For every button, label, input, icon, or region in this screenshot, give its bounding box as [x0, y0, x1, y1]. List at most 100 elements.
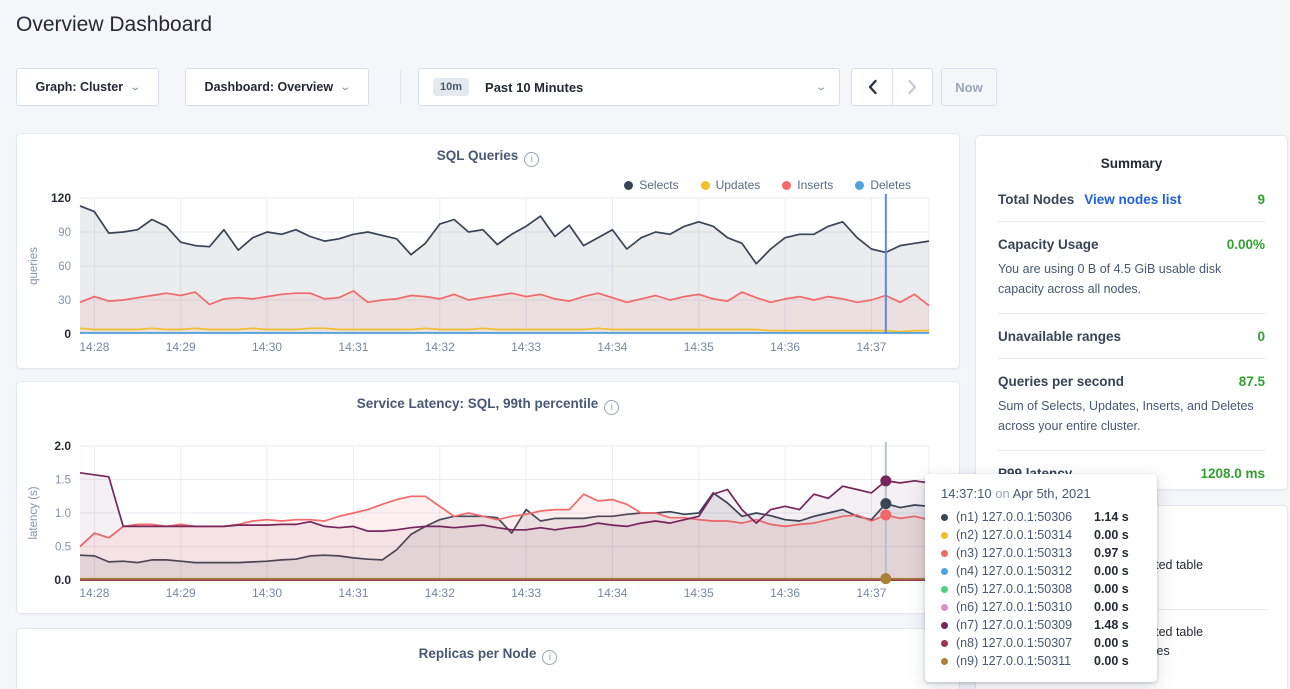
tooltip-node-value: 0.00 s — [1094, 654, 1129, 668]
x-tick-label: 14:30 — [252, 340, 282, 354]
graph-dropdown-label: Graph: Cluster — [36, 80, 124, 94]
chevron-down-icon: ⌄ — [339, 82, 351, 93]
y-tick-label: 90 — [58, 227, 71, 239]
x-tick-label: 14:29 — [166, 340, 196, 354]
y-tick-label: 1.0 — [55, 508, 71, 520]
summary-value: 87.5 — [1239, 374, 1265, 389]
chevron-down-icon: ⌄ — [815, 82, 827, 93]
next-time-button[interactable] — [892, 69, 932, 105]
chevron-left-icon — [867, 79, 878, 95]
info-icon[interactable]: i — [542, 650, 557, 665]
x-tick-label: 14:37 — [856, 340, 886, 354]
x-tick-label: 14:34 — [597, 586, 627, 600]
replicas-per-node-title-text: Replicas per Node — [419, 646, 537, 661]
hover-marker — [880, 573, 891, 584]
summary-rows: Total NodesView nodes list9Capacity Usag… — [976, 177, 1287, 495]
tooltip-node-address: (n7) 127.0.0.1:50309 — [956, 618, 1094, 632]
tooltip-node-value: 0.97 s — [1094, 546, 1129, 560]
series-dot — [941, 550, 948, 557]
x-tick-label: 14:30 — [252, 586, 282, 600]
tooltip-node-address: (n5) 127.0.0.1:50308 — [956, 582, 1094, 596]
sql-queries-chart[interactable]: 030609012014:2814:2914:3014:3114:3214:33… — [17, 134, 961, 370]
x-tick-label: 14:31 — [338, 586, 368, 600]
summary-value: 1208.0 ms — [1200, 466, 1265, 481]
tooltip-row: (n4) 127.0.0.1:503120.00 s — [941, 562, 1143, 580]
replicas-per-node-card: Replicas per Node i — [16, 628, 960, 689]
tooltip-node-address: (n3) 127.0.0.1:50313 — [956, 546, 1094, 560]
summary-row: Capacity Usage 0.00% You are using 0 B of … — [998, 222, 1265, 314]
chart-hover-tooltip: 14:37:10 on Apr 5th, 2021 (n1) 127.0.0.1… — [925, 474, 1157, 682]
summary-value: 9 — [1257, 192, 1265, 207]
series-dot — [941, 532, 948, 539]
tooltip-row: (n7) 127.0.0.1:503091.48 s — [941, 616, 1143, 634]
y-tick-label: 1.5 — [55, 475, 71, 487]
service-latency-chart[interactable]: 0.00.51.01.52.014:2814:2914:3014:3114:32… — [17, 382, 961, 615]
tooltip-node-value: 0.00 s — [1094, 600, 1129, 614]
overview-dashboard-page: Overview Dashboard Graph: Cluster ⌄ Dash… — [0, 0, 1290, 689]
summary-panel: Summary Total NodesView nodes list9Capac… — [975, 135, 1288, 490]
tooltip-row: (n6) 127.0.0.1:503100.00 s — [941, 598, 1143, 616]
view-nodes-list-link[interactable]: View nodes list — [1084, 192, 1181, 207]
time-range-label: Past 10 Minutes — [485, 80, 817, 95]
tooltip-row: (n3) 127.0.0.1:503130.97 s — [941, 544, 1143, 562]
prev-time-button[interactable] — [852, 69, 892, 105]
x-tick-label: 14:32 — [425, 340, 455, 354]
dashboard-dropdown-label: Dashboard: Overview — [205, 80, 334, 94]
series-dot — [941, 514, 948, 521]
controls-divider — [400, 70, 401, 104]
sql-queries-card: SQL Queriesi SelectsUpdatesInsertsDelete… — [16, 133, 960, 369]
series-dot — [941, 658, 948, 665]
y-tick-label: 2.0 — [54, 439, 71, 453]
y-axis-unit-label: queries — [28, 247, 40, 285]
summary-label: Queries per second — [998, 374, 1124, 389]
summary-value: 0 — [1257, 329, 1265, 344]
tooltip-row: (n8) 127.0.0.1:503070.00 s — [941, 634, 1143, 652]
y-tick-label: 120 — [51, 191, 71, 205]
summary-description: You are using 0 B of 4.5 GiB usable disk… — [998, 259, 1265, 299]
summary-value: 0.00% — [1227, 237, 1265, 252]
y-tick-label: 60 — [58, 261, 71, 273]
tooltip-row: (n1) 127.0.0.1:503061.14 s — [941, 508, 1143, 526]
tooltip-conjunction: on — [995, 486, 1009, 501]
graph-dropdown[interactable]: Graph: Cluster ⌄ — [16, 68, 159, 106]
time-step-buttons — [851, 68, 933, 106]
tooltip-node-value: 1.14 s — [1094, 510, 1129, 524]
y-tick-label: 30 — [58, 295, 71, 307]
service-latency-card: Service Latency: SQL, 99th percentilei 0… — [16, 381, 960, 614]
tooltip-timestamp: 14:37:10 on Apr 5th, 2021 — [941, 486, 1143, 501]
series-dot — [941, 586, 948, 593]
y-tick-label: 0.5 — [55, 542, 71, 554]
time-range-selector[interactable]: 10m Past 10 Minutes ⌄ — [418, 68, 840, 106]
tooltip-row: (n5) 127.0.0.1:503080.00 s — [941, 580, 1143, 598]
tooltip-node-value: 1.48 s — [1094, 618, 1129, 632]
x-tick-label: 14:35 — [684, 340, 714, 354]
chevron-down-icon: ⌄ — [129, 82, 141, 93]
x-tick-label: 14:33 — [511, 586, 541, 600]
chevron-right-icon — [907, 79, 918, 95]
summary-label: Capacity Usage — [998, 237, 1099, 252]
dashboard-dropdown[interactable]: Dashboard: Overview ⌄ — [185, 68, 369, 106]
tooltip-date: Apr 5th, 2021 — [1013, 486, 1091, 501]
series-dot — [941, 640, 948, 647]
tooltip-node-address: (n2) 127.0.0.1:50314 — [956, 528, 1094, 542]
tooltip-node-address: (n6) 127.0.0.1:50310 — [956, 600, 1094, 614]
tooltip-node-value: 0.00 s — [1094, 582, 1129, 596]
now-button[interactable]: Now — [941, 68, 997, 106]
tooltip-row: (n9) 127.0.0.1:503110.00 s — [941, 652, 1143, 670]
hover-marker — [880, 510, 891, 521]
hover-marker — [880, 498, 891, 509]
x-tick-label: 14:37 — [856, 586, 886, 600]
tooltip-node-address: (n9) 127.0.0.1:50311 — [956, 654, 1094, 668]
x-tick-label: 14:34 — [597, 340, 627, 354]
hover-marker — [880, 475, 891, 486]
x-tick-label: 14:36 — [770, 340, 800, 354]
tooltip-node-value: 0.00 s — [1094, 636, 1129, 650]
replicas-per-node-title: Replicas per Node i — [17, 646, 959, 665]
tooltip-node-address: (n4) 127.0.0.1:50312 — [956, 564, 1094, 578]
tooltip-rows: (n1) 127.0.0.1:503061.14 s(n2) 127.0.0.1… — [941, 508, 1143, 670]
x-tick-label: 14:31 — [338, 340, 368, 354]
series-dot — [941, 622, 948, 629]
tooltip-row: (n2) 127.0.0.1:503140.00 s — [941, 526, 1143, 544]
page-title: Overview Dashboard — [16, 13, 212, 37]
summary-description: Sum of Selects, Updates, Inserts, and De… — [998, 396, 1265, 436]
